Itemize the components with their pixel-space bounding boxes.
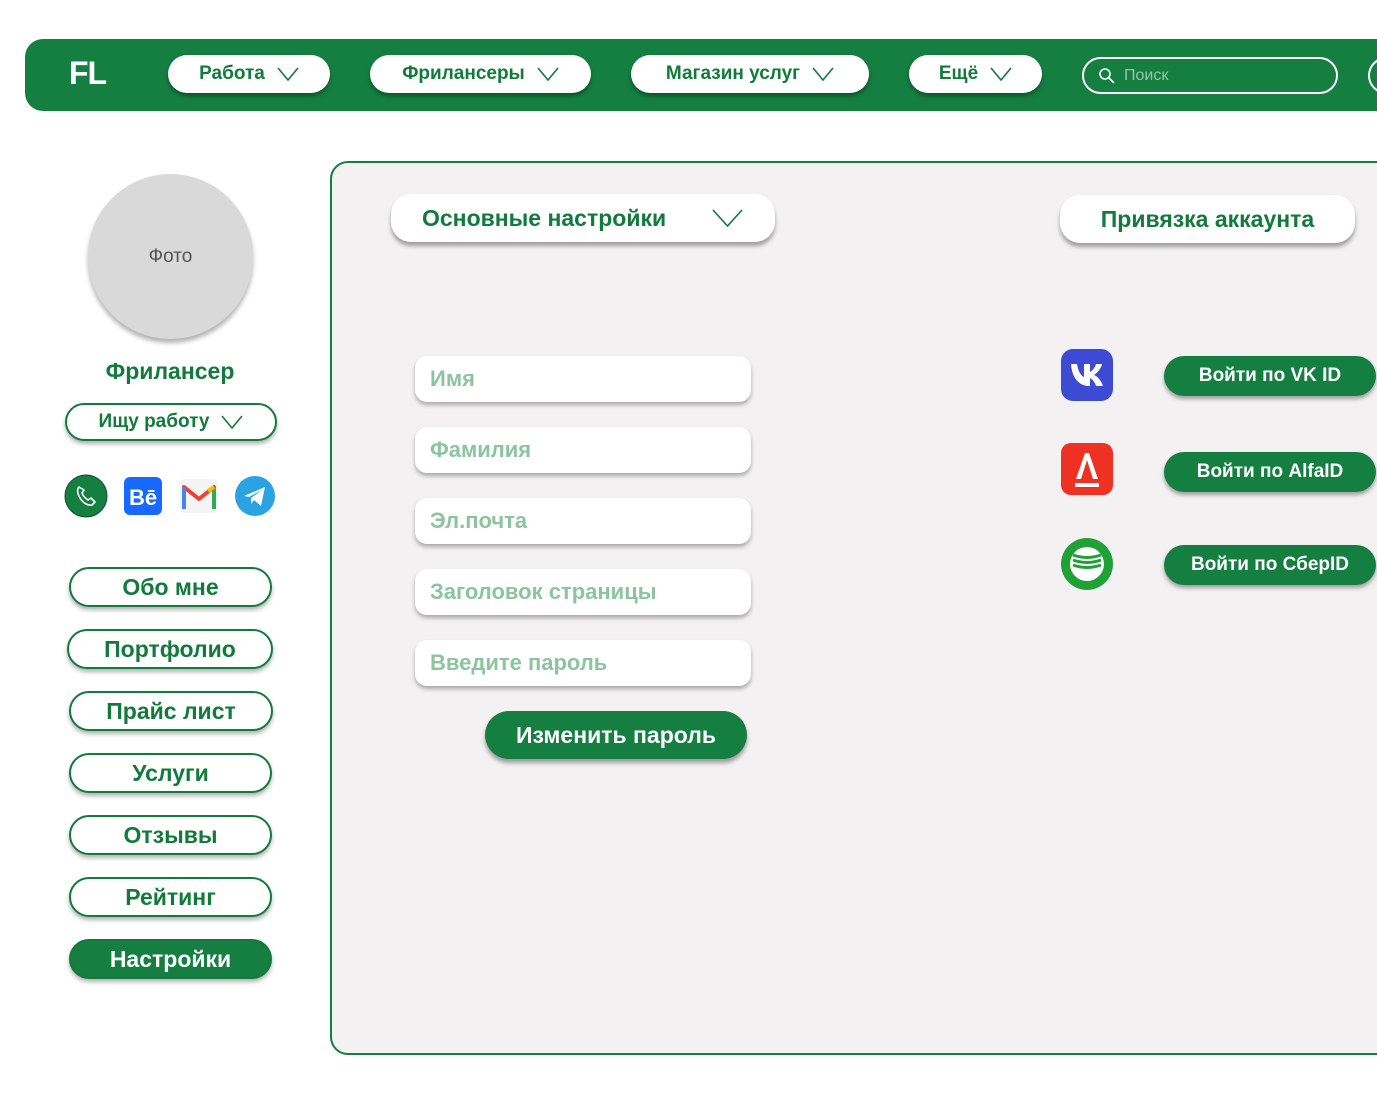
nav-work-label: Работа	[199, 63, 265, 84]
alfa-icon[interactable]	[1061, 443, 1113, 495]
change-password-button[interactable]: Изменить пароль	[485, 711, 747, 759]
sidebar-item-label: Настройки	[109, 945, 232, 972]
chevron-down-icon	[221, 415, 244, 429]
vk-login-button[interactable]: Войти по VK ID	[1164, 356, 1376, 396]
avatar[interactable]: Фото	[88, 174, 253, 339]
top-navigation-bar: FL Работа Фрилансеры Магазин услуг Ещё	[25, 39, 1377, 111]
sber-login-label: Войти по СберID	[1190, 554, 1349, 575]
chevron-down-icon	[712, 209, 743, 227]
chevron-down-icon	[812, 67, 834, 81]
sidebar-item-label: Рейтинг	[125, 883, 216, 910]
sidebar-item-reviews[interactable]: Отзывы	[69, 815, 272, 855]
account-link-label: Привязка аккаунта	[1100, 205, 1315, 232]
main-settings-dropdown[interactable]: Основные настройки	[391, 194, 775, 242]
alfa-login-label: Войти по AlfaID	[1196, 461, 1344, 482]
vk-icon[interactable]	[1061, 349, 1113, 401]
behance-icon[interactable]: Bē	[122, 475, 164, 517]
nav-services-shop-label: Магазин услуг	[665, 63, 801, 84]
avatar-placeholder-label: Фото	[148, 245, 193, 267]
chevron-down-icon	[990, 67, 1012, 81]
alfa-login-button[interactable]: Войти по AlfaID	[1164, 452, 1376, 492]
page-title-field[interactable]	[415, 569, 751, 615]
nav-more-dropdown[interactable]: Ещё	[909, 55, 1042, 93]
sidebar-item-label: Прайс лист	[106, 697, 236, 724]
logo[interactable]: FL	[69, 55, 107, 92]
nav-freelancers-dropdown[interactable]: Фрилансеры	[370, 55, 591, 93]
telegram-icon[interactable]	[234, 475, 276, 517]
nav-services-shop-dropdown[interactable]: Магазин услуг	[631, 55, 869, 93]
status-dropdown[interactable]: Ищу работу	[65, 403, 277, 441]
profile-role: Фрилансер	[105, 358, 235, 384]
sidebar-item-about[interactable]: Обо мне	[69, 567, 272, 607]
first-name-field[interactable]	[415, 356, 751, 402]
sidebar-item-label: Отзывы	[123, 821, 218, 848]
sidebar-item-price-list[interactable]: Прайс лист	[69, 691, 273, 731]
sidebar-item-label: Портфолио	[104, 635, 236, 662]
profile-avatar-button[interactable]	[1368, 57, 1377, 94]
phone-icon[interactable]	[64, 474, 108, 518]
sidebar-item-label: Услуги	[132, 759, 209, 786]
sidebar-item-settings[interactable]: Настройки	[69, 939, 272, 979]
main-settings-label: Основные настройки	[422, 204, 667, 231]
chevron-down-icon	[277, 67, 299, 81]
sidebar-item-label: Обо мне	[122, 573, 219, 600]
sidebar-item-portfolio[interactable]: Портфолио	[67, 629, 273, 669]
sidebar-item-rating[interactable]: Рейтинг	[69, 877, 272, 917]
account-link-button[interactable]: Привязка аккаунта	[1060, 195, 1355, 243]
nav-more-label: Ещё	[938, 63, 979, 84]
sber-icon[interactable]	[1061, 538, 1113, 590]
status-label: Ищу работу	[98, 411, 210, 432]
nav-work-dropdown[interactable]: Работа	[168, 55, 330, 93]
gmail-icon[interactable]	[178, 475, 220, 517]
sber-login-button[interactable]: Войти по СберID	[1164, 545, 1376, 585]
password-field[interactable]	[415, 640, 751, 686]
svg-text:Bē: Bē	[129, 485, 157, 510]
last-name-field[interactable]	[415, 427, 751, 473]
vk-login-label: Войти по VK ID	[1198, 365, 1342, 386]
change-password-label: Изменить пароль	[516, 721, 716, 748]
search-input[interactable]	[1124, 66, 1324, 85]
chevron-down-icon	[537, 67, 559, 81]
sidebar-item-services[interactable]: Услуги	[69, 753, 272, 793]
email-field[interactable]	[415, 498, 751, 544]
search-icon	[1099, 67, 1115, 84]
search-box[interactable]	[1082, 57, 1338, 94]
nav-freelancers-label: Фрилансеры	[402, 63, 525, 84]
